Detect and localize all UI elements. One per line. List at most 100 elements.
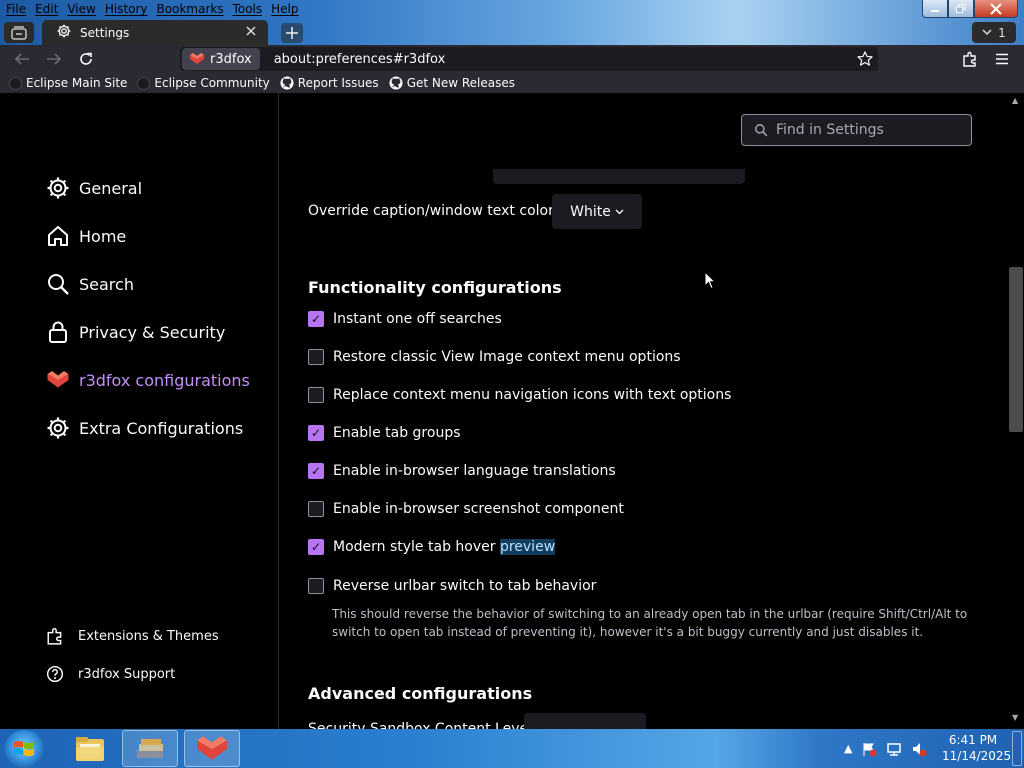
minimize-button[interactable] (922, 0, 948, 18)
network-icon[interactable] (886, 741, 902, 757)
taskbar-r3dfox[interactable] (184, 730, 240, 767)
clock-date: 11/14/2025 (942, 749, 1012, 763)
option-label: Restore classic View Image context menu … (333, 349, 681, 365)
new-tab-button[interactable] (281, 23, 303, 43)
tab-settings[interactable]: Settings (42, 20, 268, 45)
category-label: General (79, 178, 143, 198)
categories-sidebar: General Home Search Privacy & Security r… (0, 93, 279, 729)
scroll-down-arrow-icon[interactable]: ▼ (1012, 713, 1018, 722)
footer-link-label: r3dfox Support (78, 666, 176, 682)
checkbox-checked[interactable]: ✓ (308, 311, 324, 327)
checkbox-unchecked[interactable] (308, 349, 324, 365)
gear-icon (56, 23, 72, 42)
category-extra-configurations[interactable]: Extra Configurations (46, 416, 243, 440)
functionality-heading: Functionality configurations (308, 278, 562, 297)
menu-view[interactable]: View (61, 0, 98, 20)
category-privacy-security[interactable]: Privacy & Security (46, 320, 225, 344)
taskbar-explorer[interactable] (62, 730, 118, 767)
category-general[interactable]: General (46, 176, 142, 200)
github-icon (280, 76, 294, 90)
checkbox-checked[interactable]: ✓ (308, 539, 324, 555)
option-label: Instant one off searches (333, 311, 502, 327)
sandbox-level-select[interactable] (524, 713, 646, 729)
show-desktop-button[interactable] (1012, 731, 1022, 766)
list-all-tabs-button[interactable] (4, 22, 34, 43)
menu-history[interactable]: History (99, 0, 151, 20)
url-text[interactable]: about:preferences#r3dfox (274, 52, 856, 67)
url-bar[interactable]: r3dfox about:preferences#r3dfox (180, 47, 878, 71)
bookmark-eclipse-main-site[interactable]: Eclipse Main Site (9, 76, 127, 90)
option-language-translations[interactable]: ✓ Enable in-browser language translation… (308, 463, 616, 479)
category-home[interactable]: Home (46, 224, 126, 248)
system-clock[interactable]: 6:41 PM 11/14/2025 (942, 732, 1012, 764)
link-extensions-themes[interactable]: Extensions & Themes (46, 627, 219, 645)
checkbox-checked[interactable]: ✓ (308, 463, 324, 479)
menu-bookmarks[interactable]: Bookmarks (151, 0, 227, 20)
close-tab-icon[interactable] (246, 25, 268, 40)
search-icon (46, 272, 70, 296)
bookmark-report-issues[interactable]: Report Issues (280, 76, 379, 90)
option-label: Reverse urlbar switch to tab behavior (333, 578, 597, 594)
caption-color-select[interactable]: White (552, 194, 642, 229)
cut-off-dropdown[interactable] (493, 169, 745, 184)
forward-arrow-icon (47, 53, 62, 65)
minimize-icon (931, 9, 939, 12)
checkbox-checked[interactable]: ✓ (308, 425, 324, 441)
mouse-cursor-icon (704, 270, 717, 294)
identity-box[interactable]: r3dfox (182, 48, 260, 70)
option-reverse-urlbar-switch[interactable]: Reverse urlbar switch to tab behavior (308, 578, 596, 594)
action-center-flag-icon[interactable] (861, 741, 877, 757)
category-r3dfox-configurations[interactable]: r3dfox configurations (46, 368, 250, 392)
category-search[interactable]: Search (46, 272, 134, 296)
category-label: Home (79, 226, 127, 246)
maximize-button[interactable] (948, 0, 974, 18)
option-instant-one-off-searches[interactable]: ✓ Instant one off searches (308, 311, 502, 327)
page-scrollbar[interactable]: ▲ ▼ (1008, 93, 1024, 729)
scrollbar-thumb[interactable] (1009, 267, 1023, 432)
app-menu-button[interactable] (990, 49, 1014, 69)
option-screenshot-component[interactable]: Enable in-browser screenshot component (308, 501, 624, 517)
tab-strip: Settings 1 (0, 20, 1024, 45)
github-icon (389, 76, 403, 90)
checkbox-unchecked[interactable] (308, 578, 324, 594)
menu-file[interactable]: File (0, 0, 29, 20)
option-label: Modern style tab hover preview (333, 539, 556, 555)
close-window-button[interactable] (974, 0, 1018, 18)
reload-button[interactable] (74, 49, 98, 69)
option-tab-hover-preview[interactable]: ✓ Modern style tab hover preview (308, 539, 556, 555)
option-label: Replace context menu navigation icons wi… (333, 387, 732, 403)
bookmark-star-icon[interactable] (856, 50, 874, 68)
checkbox-unchecked[interactable] (308, 387, 324, 403)
gear-icon (46, 176, 70, 200)
taskbar-library[interactable] (122, 730, 178, 767)
menu-edit[interactable]: Edit (29, 0, 61, 20)
extensions-button[interactable] (958, 49, 982, 69)
category-label: Extra Configurations (79, 418, 244, 438)
option-restore-view-image[interactable]: Restore classic View Image context menu … (308, 349, 681, 365)
bookmark-label: Get New Releases (406, 76, 516, 90)
volume-muted-icon[interactable] (911, 741, 927, 757)
title-bar: File Edit View History Bookmarks Tools H… (0, 0, 1024, 45)
start-button[interactable] (4, 730, 44, 768)
menu-help[interactable]: Help (265, 0, 301, 20)
checkbox-unchecked[interactable] (308, 501, 324, 517)
footer-link-label: Extensions & Themes (78, 628, 219, 644)
forward-button[interactable] (42, 49, 66, 69)
bookmark-eclipse-community[interactable]: Eclipse Community (137, 76, 270, 90)
option-enable-tab-groups[interactable]: ✓ Enable tab groups (308, 425, 461, 441)
link-r3dfox-support[interactable]: r3dfox Support (46, 665, 175, 683)
scroll-up-arrow-icon[interactable]: ▲ (1012, 96, 1018, 105)
chevron-down-icon (615, 209, 624, 214)
tab-title: Settings (80, 25, 130, 40)
menu-bar: File Edit View History Bookmarks Tools H… (0, 0, 302, 20)
bookmark-get-new-releases[interactable]: Get New Releases (389, 76, 515, 90)
bookmark-label: Report Issues (297, 76, 379, 90)
back-button[interactable] (10, 49, 34, 69)
gear-icon (46, 416, 70, 440)
menu-tools[interactable]: Tools (227, 0, 266, 20)
show-hidden-icons-icon[interactable]: ▲ (844, 742, 852, 755)
tab-count-button[interactable]: 1 (972, 22, 1016, 43)
option-replace-context-icons[interactable]: Replace context menu navigation icons wi… (308, 387, 731, 403)
home-icon (46, 224, 70, 248)
settings-content: Override caption/window text color White… (308, 93, 988, 729)
